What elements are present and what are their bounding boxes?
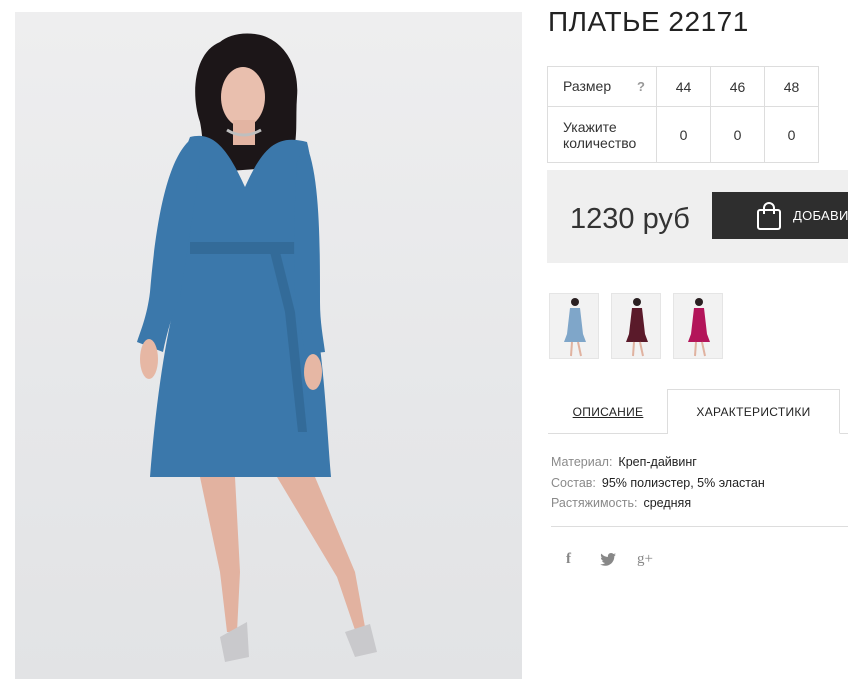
characteristic-value: средняя [643, 496, 692, 510]
price-panel: 1230 руб ДОБАВИТЬ [547, 170, 848, 263]
facebook-icon[interactable]: f [566, 551, 571, 568]
size-help-icon[interactable]: ? [637, 79, 645, 95]
characteristic-key: Растяжимость: [551, 496, 638, 510]
size-label-cell: Размер ? [547, 66, 657, 107]
dress-model-illustration [137, 33, 377, 662]
quantity-input[interactable]: 0 [710, 106, 765, 163]
size-label: Размер [563, 78, 612, 94]
characteristic-value: 95% полиэстер, 5% эластан [601, 475, 765, 490]
add-to-cart-label: ДОБАВИТЬ [793, 208, 848, 223]
color-thumbnail-magenta[interactable] [673, 293, 723, 359]
googleplus-icon[interactable]: g+ [637, 551, 653, 568]
size-option: 46 [710, 66, 765, 107]
quantity-input[interactable]: 0 [764, 106, 819, 163]
section-divider [551, 526, 848, 527]
quantity-input[interactable]: 0 [656, 106, 711, 163]
tab-characteristics[interactable]: ХАРАКТЕРИСТИКИ [667, 389, 840, 434]
characteristic-row: Состав: 95% полиэстер, 5% эластан [551, 473, 765, 494]
quantity-label-cell: Укажите количество [547, 106, 657, 163]
characteristics-list: Материал: Креп-дайвинг Состав: 95% полиэст… [551, 452, 765, 514]
size-option: 44 [656, 66, 711, 107]
size-table: Размер ? 44 46 48 Укажите количество 0 0… [547, 66, 819, 163]
thumbnail-image [688, 298, 710, 357]
characteristic-key: Материал: [551, 455, 613, 469]
characteristic-value: Креп-дайвинг [618, 455, 697, 469]
product-photo[interactable] [15, 12, 522, 679]
characteristic-key: Состав: [551, 475, 596, 490]
tab-description[interactable]: ОПИСАНИЕ [548, 389, 668, 434]
thumbnail-image [626, 298, 648, 357]
product-title: ПЛАТЬЕ 22171 [548, 6, 749, 37]
twitter-icon[interactable] [600, 553, 616, 566]
quantity-label-line1: Укажите [563, 118, 617, 135]
add-to-cart-button[interactable]: ДОБАВИТЬ [712, 192, 848, 239]
characteristic-row: Материал: Креп-дайвинг [551, 452, 765, 473]
color-thumbnail-blue[interactable] [549, 293, 599, 359]
price: 1230 руб [570, 203, 690, 235]
color-thumbnail-burgundy[interactable] [611, 293, 661, 359]
thumbnail-image [564, 298, 586, 357]
quantity-label-line2: количество [563, 134, 637, 151]
tab-divider [548, 433, 668, 434]
shopping-bag-icon [757, 202, 781, 230]
characteristic-row: Растяжимость: средняя [551, 493, 765, 514]
tab-divider [840, 433, 848, 434]
size-option: 48 [764, 66, 819, 107]
